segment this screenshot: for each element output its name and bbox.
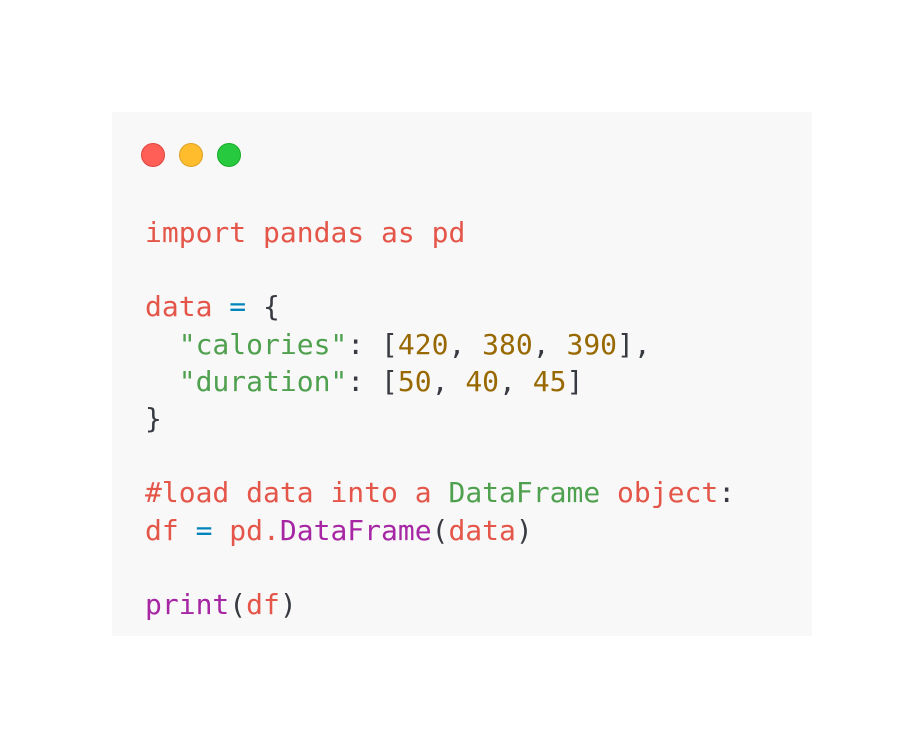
code-line: "duration": [50, 40, 45] [145, 363, 735, 400]
code-token: pandas [263, 216, 365, 249]
code-line: print(df) [145, 586, 735, 623]
code-token: a [414, 476, 432, 510]
code-token: { [246, 290, 280, 324]
close-button[interactable] [141, 143, 165, 167]
minimize-button[interactable] [179, 143, 203, 167]
code-token: ] [566, 364, 584, 398]
code-token: } [145, 401, 162, 435]
maximize-button[interactable] [217, 143, 241, 167]
code-line: ​ [145, 251, 735, 288]
window-controls [141, 143, 241, 169]
code-line: ​ [145, 437, 735, 474]
code-line: data = { [145, 288, 735, 325]
code-token: data [448, 513, 516, 547]
code-token: print [145, 587, 230, 621]
code-token: , [532, 327, 567, 361]
code-token: , [499, 364, 533, 398]
code-token: ) [279, 587, 297, 621]
code-token: into [330, 476, 398, 510]
code-line: df = pd.DataFrame(data) [145, 512, 735, 549]
code-line: "calories": [420, 380, 390], [145, 326, 735, 363]
code-token: "calories" [178, 327, 348, 361]
code-token: 420 [397, 327, 449, 361]
code-token: ( [229, 587, 247, 621]
code-token: df [145, 513, 179, 547]
code-token: , [431, 364, 466, 398]
code-token: = [195, 513, 213, 547]
code-token: : [ [347, 364, 398, 398]
code-token: : [718, 476, 736, 510]
code-token: ( [431, 513, 449, 547]
code-token: 380 [482, 327, 533, 361]
code-token: data [246, 476, 314, 510]
code-line: ​ [145, 549, 735, 586]
code-token: pd [431, 216, 466, 249]
code-token: df [246, 587, 280, 621]
code-block: import pandas as pd​data = { "calories":… [145, 214, 735, 623]
code-token: ) [515, 513, 533, 547]
code-token: . [263, 513, 280, 547]
code-token: , [448, 327, 483, 361]
code-token: import [145, 216, 247, 249]
code-window: import pandas as pd​data = { "calories":… [112, 112, 812, 636]
code-token: 50 [397, 364, 432, 398]
code-token: DataFrame [279, 513, 432, 547]
code-token: = [229, 290, 247, 324]
code-token: 390 [566, 327, 618, 361]
code-token: as [381, 216, 415, 249]
code-token: data [145, 290, 213, 324]
code-token: 40 [465, 364, 500, 398]
code-line: import pandas as pd [145, 214, 735, 251]
code-token: pd [229, 513, 264, 547]
code-line: #load data into a DataFrame object: [145, 474, 735, 511]
code-token: "duration" [178, 364, 348, 398]
code-token: ], [617, 327, 651, 361]
code-line: } [145, 400, 735, 437]
code-token: object [617, 476, 719, 510]
code-token: 45 [532, 364, 567, 398]
code-token: DataFrame [448, 476, 601, 510]
code-token: : [ [347, 327, 398, 361]
code-token: #load [145, 476, 230, 510]
